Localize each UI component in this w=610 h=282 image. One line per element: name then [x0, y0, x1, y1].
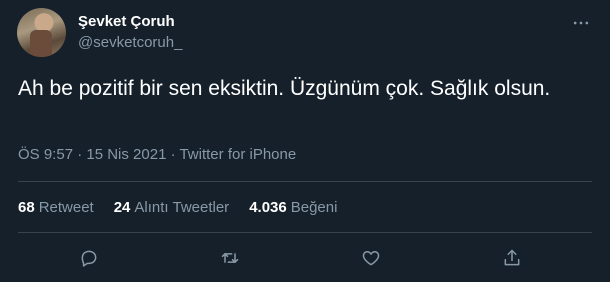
user-handle[interactable]: @sevketcoruh_ [78, 34, 182, 51]
quotes-count: 24 [113, 199, 131, 216]
retweet-icon [221, 253, 239, 263]
divider [18, 181, 592, 182]
display-name[interactable]: Şevket Çoruh [78, 13, 175, 30]
reply-button[interactable] [74, 243, 104, 273]
more-icon[interactable] [570, 12, 592, 34]
tweet-timestamp[interactable]: ÖS 9:57 · 15 Nis 2021 · Twitter for iPho… [18, 146, 296, 163]
avatar[interactable] [17, 8, 66, 57]
retweets-count: 68 [18, 199, 35, 216]
retweets-stat[interactable]: 68 Retweet [18, 199, 94, 216]
share-button[interactable] [497, 243, 527, 273]
heart-icon [362, 251, 380, 266]
retweet-button[interactable] [215, 243, 245, 273]
likes-count: 4.036 [249, 199, 287, 216]
divider [18, 232, 592, 233]
like-button[interactable] [356, 243, 386, 273]
share-icon [504, 249, 520, 266]
quotes-label: Alıntı Tweetler [134, 199, 230, 216]
reply-icon [81, 250, 97, 267]
quotes-stat[interactable]: 24 Alıntı Tweetler [114, 199, 229, 216]
tweet-stats: 68 Retweet 24 Alıntı Tweetler 4.036 Beğeni [18, 199, 337, 216]
action-bar [0, 243, 610, 273]
tweet-card: Şevket Çoruh @sevketcoruh_ Ah be pozitif… [0, 0, 610, 282]
likes-label: Beğeni [290, 199, 338, 216]
likes-stat[interactable]: 4.036 Beğeni [249, 199, 337, 216]
retweets-label: Retweet [38, 199, 94, 216]
tweet-text: Ah be pozitif bir sen eksiktin. Üzgünüm … [18, 77, 551, 100]
